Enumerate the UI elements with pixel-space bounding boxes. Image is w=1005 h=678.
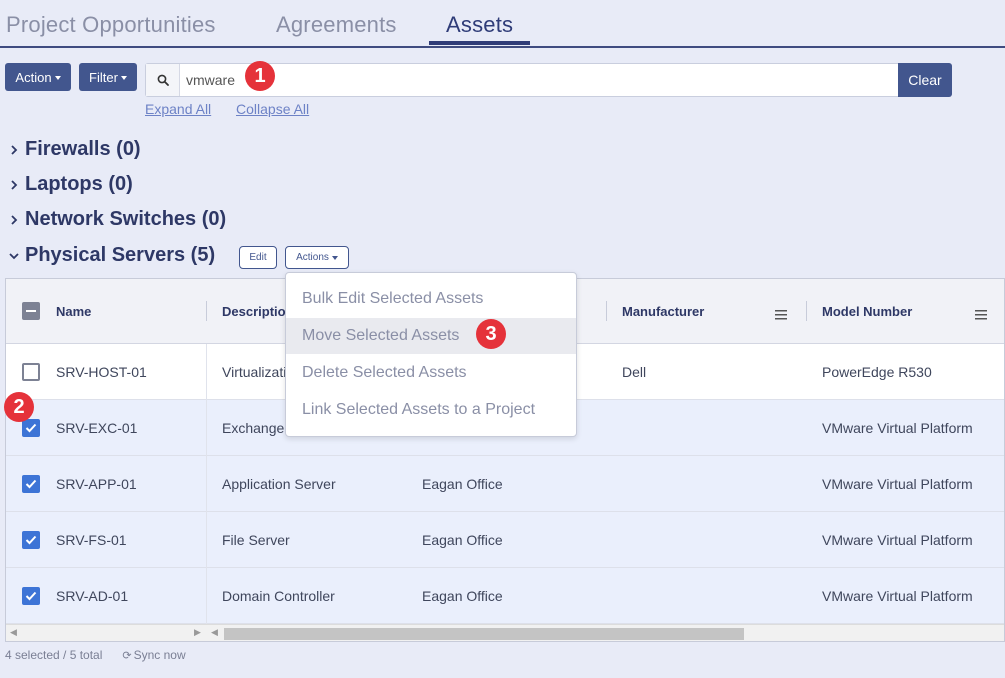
row-checkbox[interactable] xyxy=(22,587,40,605)
search-input[interactable] xyxy=(186,64,886,96)
selection-count: 4 selected / 5 total xyxy=(5,648,103,662)
group-label: Laptops (0) xyxy=(25,173,133,195)
caret-down-icon xyxy=(54,75,61,80)
row-checkbox[interactable] xyxy=(22,363,40,381)
column-header-model-number[interactable]: Model Number xyxy=(822,279,912,344)
search-icon xyxy=(146,64,180,96)
group-physical-servers[interactable]: Physical Servers (5) xyxy=(6,244,215,267)
menu-item-link-to-project[interactable]: Link Selected Assets to a Project xyxy=(286,392,576,428)
menu-item-delete-selected[interactable]: Delete Selected Assets xyxy=(286,355,576,391)
cell-location: Eagan Office xyxy=(422,475,503,492)
cell-location: Eagan Office xyxy=(422,531,503,548)
cell-description: Virtualization Host xyxy=(222,363,292,380)
cell-description: Exchange Server xyxy=(222,419,292,436)
select-all-checkbox[interactable] xyxy=(22,302,40,320)
table-row[interactable]: SRV-FS-01 File Server Eagan Office VMwar… xyxy=(6,512,1004,568)
cell-description: Domain Controller xyxy=(222,587,335,604)
cell-model: VMware Virtual Platform xyxy=(822,531,973,548)
caret-down-icon xyxy=(331,256,338,260)
expand-all-link[interactable]: Expand All xyxy=(145,101,211,117)
chevron-down-icon xyxy=(6,251,22,261)
group-laptops[interactable]: Laptops (0) xyxy=(6,173,133,196)
cell-model: PowerEdge R530 xyxy=(822,363,932,380)
group-network-switches[interactable]: Network Switches (0) xyxy=(6,208,226,231)
step-badge-1: 1 xyxy=(245,61,275,91)
column-header-description[interactable]: Description xyxy=(222,279,292,344)
cell-model: VMware Virtual Platform xyxy=(822,475,973,492)
horizontal-scrollbar[interactable]: ◀ ▶ ◀ xyxy=(6,624,1004,641)
collapse-all-link[interactable]: Collapse All xyxy=(236,101,309,117)
scroll-left-icon[interactable]: ◀ xyxy=(211,627,218,638)
scroll-left-icon[interactable]: ◀ xyxy=(10,627,17,638)
cell-model: VMware Virtual Platform xyxy=(822,587,973,604)
grid-footer: 4 selected / 5 total ⟳ Sync now xyxy=(5,648,186,662)
tab-assets[interactable]: Assets xyxy=(446,12,513,38)
group-label: Firewalls (0) xyxy=(25,138,141,160)
scrollbar-thumb[interactable] xyxy=(224,628,744,640)
column-divider xyxy=(206,301,207,321)
column-header-manufacturer[interactable]: Manufacturer xyxy=(622,279,704,344)
cell-name: SRV-AD-01 xyxy=(56,587,129,604)
table-row[interactable]: SRV-AD-01 Domain Controller Eagan Office… xyxy=(6,568,1004,624)
column-divider xyxy=(206,344,207,624)
row-checkbox[interactable] xyxy=(22,475,40,493)
edit-group-button[interactable]: Edit xyxy=(239,246,277,269)
scroll-right-icon[interactable]: ▶ xyxy=(194,627,201,638)
group-actions-button[interactable]: Actions xyxy=(285,246,349,269)
cell-description: Application Server xyxy=(222,475,336,492)
column-divider xyxy=(806,301,807,321)
sync-icon: ⟳ xyxy=(122,649,132,662)
cell-description: File Server xyxy=(222,531,290,548)
clear-button[interactable]: Clear xyxy=(898,63,952,97)
row-checkbox[interactable] xyxy=(22,419,40,437)
chevron-right-icon xyxy=(6,179,22,191)
action-button-label: Action xyxy=(15,69,52,85)
filter-button[interactable]: Filter xyxy=(79,63,137,91)
cell-model: VMware Virtual Platform xyxy=(822,419,973,436)
group-actions-label: Actions xyxy=(296,252,329,263)
cell-name: SRV-APP-01 xyxy=(56,475,137,492)
filter-button-label: Filter xyxy=(89,69,118,85)
sync-now-link[interactable]: ⟳ Sync now xyxy=(122,648,185,662)
column-divider xyxy=(606,301,607,321)
caret-down-icon xyxy=(120,75,127,80)
menu-item-bulk-edit[interactable]: Bulk Edit Selected Assets xyxy=(286,281,576,317)
chevron-right-icon xyxy=(6,214,22,226)
group-firewalls[interactable]: Firewalls (0) xyxy=(6,138,141,161)
step-badge-2: 2 xyxy=(4,392,34,422)
group-label: Network Switches (0) xyxy=(25,208,227,230)
sync-label: Sync now xyxy=(133,648,186,662)
chevron-right-icon xyxy=(6,144,22,156)
cell-name: SRV-HOST-01 xyxy=(56,363,147,380)
cell-location: Eagan Office xyxy=(422,587,503,604)
column-header-name[interactable]: Name xyxy=(56,279,91,344)
cell-name: SRV-FS-01 xyxy=(56,531,127,548)
column-menu-icon[interactable] xyxy=(975,307,987,325)
cell-name: SRV-EXC-01 xyxy=(56,419,138,436)
cell-manufacturer: Dell xyxy=(622,363,647,380)
tab-project-opportunities[interactable]: Project Opportunities xyxy=(6,12,216,38)
step-badge-3: 3 xyxy=(476,319,506,349)
active-tab-indicator xyxy=(429,41,530,45)
table-row[interactable]: SRV-APP-01 Application Server Eagan Offi… xyxy=(6,456,1004,512)
menu-item-move-selected[interactable]: Move Selected Assets xyxy=(286,318,576,354)
group-label: Physical Servers (5) xyxy=(25,244,216,266)
column-menu-icon[interactable] xyxy=(775,307,787,325)
tab-agreements[interactable]: Agreements xyxy=(276,12,397,38)
tab-bar: Project Opportunities Agreements Assets xyxy=(0,0,1005,48)
row-checkbox[interactable] xyxy=(22,531,40,549)
actions-dropdown-menu: Bulk Edit Selected Assets Move Selected … xyxy=(285,272,577,437)
action-button[interactable]: Action xyxy=(5,63,71,91)
